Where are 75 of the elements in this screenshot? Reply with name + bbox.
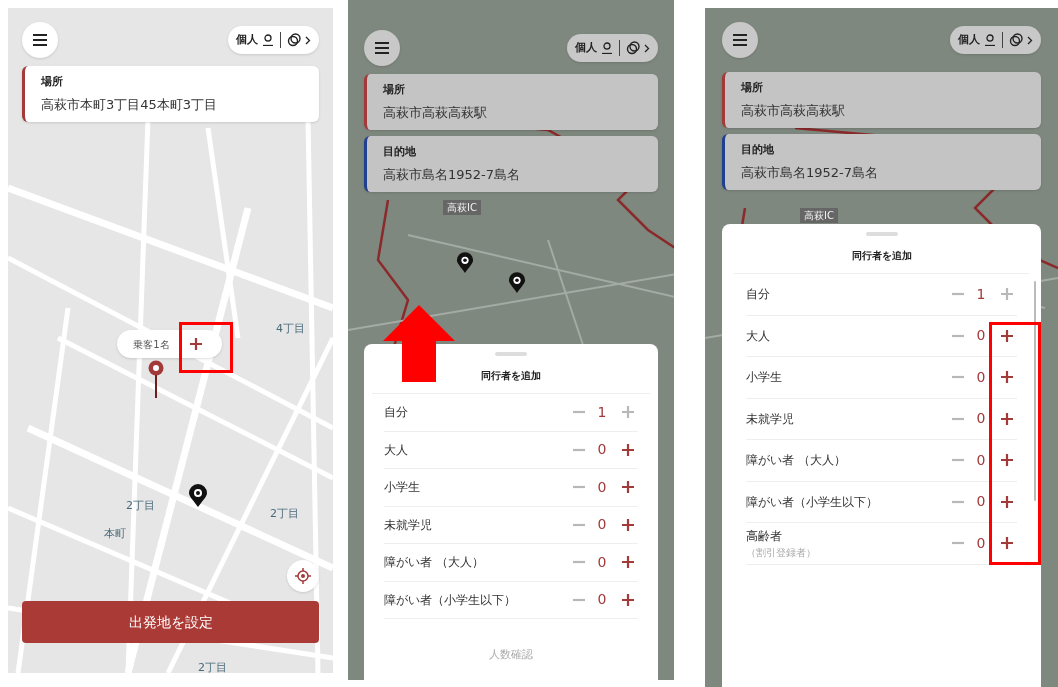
chevron-right-icon <box>644 43 650 53</box>
set-departure-button[interactable]: 出発地を設定 <box>22 601 319 643</box>
rings-icon <box>626 41 640 55</box>
count-value: 0 <box>596 477 608 497</box>
map-pin-icon <box>508 272 526 294</box>
mode-switch-chip[interactable]: 個人 <box>228 26 319 54</box>
passenger-type-label: 小学生 <box>746 369 783 387</box>
field-label: 目的地 <box>383 144 417 160</box>
passenger-type-label: 自分 <box>746 286 771 304</box>
count-value: 0 <box>975 492 987 512</box>
menu-icon <box>374 42 390 54</box>
mode-switch-chip[interactable]: 個人 <box>950 26 1041 54</box>
field-label: 目的地 <box>741 142 775 158</box>
sheet-title: 同行者を追加 <box>481 369 541 383</box>
passenger-type-label: 高齢者 <box>746 527 783 545</box>
count-value: 0 <box>975 450 987 470</box>
map-area-label: 2丁目 <box>126 498 155 514</box>
chevron-right-icon <box>305 35 311 45</box>
mode-switch-chip[interactable]: 個人 <box>567 34 658 62</box>
address-text: 高萩市本町3丁目45本町3丁目 <box>41 95 219 114</box>
passenger-type-label: 障がい者 （大人） <box>746 452 847 470</box>
map-area-label: 本町 <box>104 526 126 542</box>
passenger-count-chip[interactable]: 乗客1名 <box>117 330 222 358</box>
person-icon <box>601 42 613 54</box>
count-value: 0 <box>975 326 987 346</box>
crosshair-icon <box>295 568 311 584</box>
field-label: 場所 <box>383 82 406 98</box>
count-value: 0 <box>975 409 987 429</box>
count-value: 0 <box>975 533 987 553</box>
passenger-type-label: 大人 <box>384 441 409 459</box>
address-card[interactable]: 場所 高萩市高萩高萩駅 <box>364 74 658 130</box>
map-road-label: 高萩IC <box>800 208 838 223</box>
map-area-label: 4丁目 <box>276 321 305 337</box>
field-label: 場所 <box>41 74 64 90</box>
map-area-label: 2丁目 <box>270 506 299 522</box>
count-value: 0 <box>596 590 608 610</box>
chevron-right-icon <box>1027 35 1033 45</box>
field-label: 場所 <box>741 80 764 96</box>
address-card[interactable]: 目的地 高萩市島名1952-7島名 <box>722 134 1041 190</box>
address-text: 高萩市島名1952-7島名 <box>383 165 522 184</box>
passenger-type-label: 障がい者（小学生以下） <box>384 591 517 609</box>
map-road-label: 高萩IC <box>443 200 481 215</box>
count-value: 0 <box>596 515 608 535</box>
address-card[interactable]: 目的地 高萩市島名1952-7島名 <box>364 136 658 192</box>
map-pin-icon <box>188 484 208 508</box>
passenger-type-label: 障がい者 （大人） <box>384 554 485 572</box>
address-card[interactable]: 場所 高萩市本町3丁目45本町3丁目 <box>22 66 319 122</box>
count-value: 0 <box>975 367 987 387</box>
count-value: 1 <box>596 402 608 422</box>
drag-handle[interactable] <box>865 232 898 236</box>
passenger-type-label: 未就学児 <box>746 410 795 428</box>
count-value: 0 <box>596 552 608 572</box>
rings-icon <box>287 33 301 47</box>
person-icon <box>984 34 996 46</box>
passenger-type-label: 大人 <box>746 327 771 345</box>
menu-icon <box>32 34 48 46</box>
address-text: 高萩市高萩高萩駅 <box>383 103 488 122</box>
passenger-type-label: 障がい者（小学生以下） <box>746 493 879 511</box>
map-pin-icon <box>456 252 474 274</box>
map-area-label: 2丁目 <box>198 660 227 673</box>
menu-icon <box>732 34 748 46</box>
passenger-type-label: 小学生 <box>384 479 421 497</box>
rings-icon <box>1009 33 1023 47</box>
sheet-title: 同行者を追加 <box>851 249 912 263</box>
location-pin-icon <box>147 360 164 400</box>
passenger-type-label: 未就学児 <box>384 516 433 534</box>
person-icon <box>262 34 274 46</box>
count-value: 0 <box>596 440 608 460</box>
drag-handle[interactable] <box>495 352 527 356</box>
passenger-type-note: （割引登録者） <box>746 545 817 560</box>
address-text: 高萩市高萩高萩駅 <box>741 101 846 120</box>
passenger-type-label: 自分 <box>384 404 409 422</box>
address-card[interactable]: 場所 高萩市高萩高萩駅 <box>722 72 1041 128</box>
count-value: 1 <box>975 284 987 304</box>
address-text: 高萩市島名1952-7島名 <box>741 163 880 182</box>
